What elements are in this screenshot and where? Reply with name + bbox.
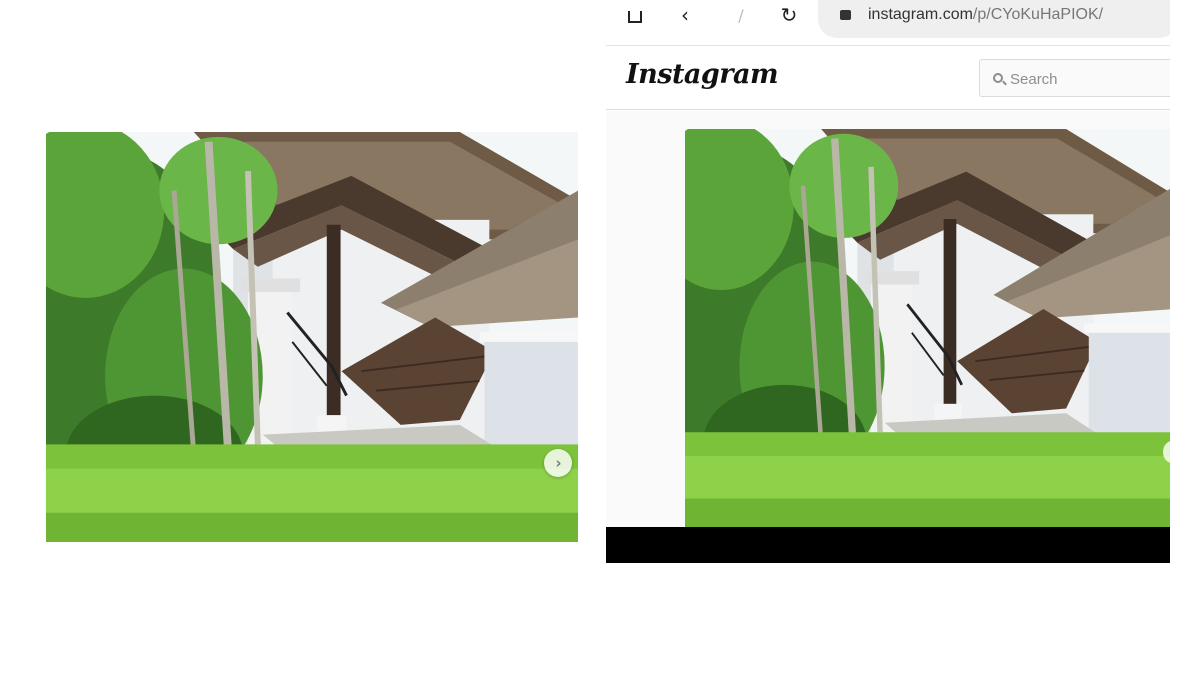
url-text: instagram.com/p/CYoKuHaPIOK/ [868,6,1103,24]
instagram-header: Instagram [606,47,1170,110]
post-image [685,129,1170,527]
edit-icon[interactable]: / [732,4,750,26]
comparison-stage: › ‹ / ↻ instagram.com/p/CYoKuHaPIOK/ Ins… [0,0,1200,675]
browser-toolbar: ‹ / ↻ instagram.com/p/CYoKuHaPIOK/ [606,0,1170,46]
carousel-next-button[interactable]: › [544,449,572,477]
left-post-image [46,132,578,542]
chevron-right-icon: › [555,453,562,472]
post-content-area [606,111,1170,527]
search-box[interactable] [979,59,1170,97]
back-icon[interactable]: ‹ [676,3,694,27]
black-letterbox-bar [606,527,1170,563]
reload-icon[interactable]: ↻ [778,3,800,27]
scene-illustration [46,132,578,542]
lock-icon [840,10,851,20]
search-input[interactable] [1010,68,1170,90]
url-path: /p/CYoKuHaPIOK/ [972,6,1104,23]
scene-illustration [685,129,1170,527]
search-icon [993,73,1003,83]
home-icon[interactable] [626,4,644,26]
instagram-logo[interactable]: Instagram [626,59,779,90]
browser-window: ‹ / ↻ instagram.com/p/CYoKuHaPIOK/ Insta… [606,0,1170,563]
url-host: instagram.com [868,6,973,23]
address-bar[interactable]: instagram.com/p/CYoKuHaPIOK/ [818,0,1170,38]
